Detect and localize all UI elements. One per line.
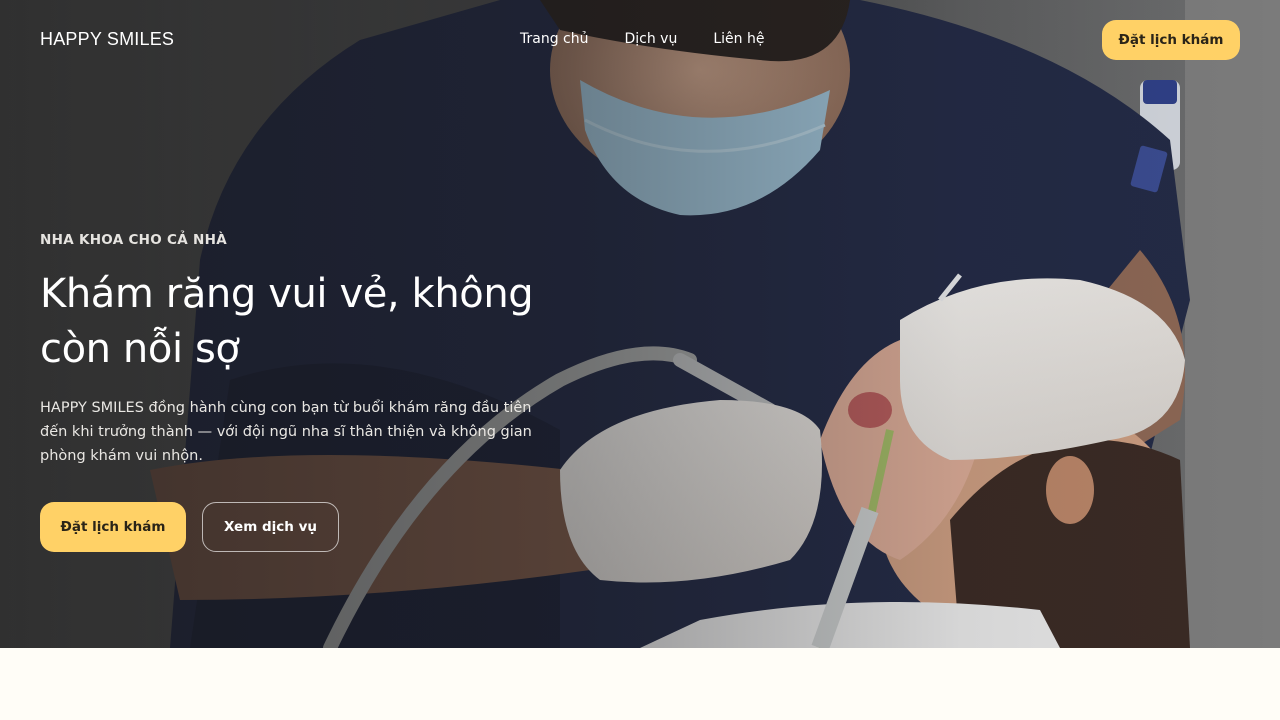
top-navigation: HAPPY SMILES Trang chủ Dịch vụ Liên hệ Đ…	[0, 0, 1280, 80]
hero-section: HAPPY SMILES Trang chủ Dịch vụ Liên hệ Đ…	[0, 0, 1280, 648]
hero-content: NHA KHOA CHO CẢ NHÀ Khám răng vui vẻ, kh…	[40, 232, 600, 552]
hero-cta-row: Đặt lịch khám Xem dịch vụ	[40, 502, 339, 552]
hero-book-appointment-button[interactable]: Đặt lịch khám	[40, 502, 186, 552]
hero-headline: Khám răng vui vẻ, không còn nỗi sợ	[40, 267, 560, 377]
hero-headline-line2: còn nỗi sợ	[40, 326, 240, 372]
nav-link-home[interactable]: Trang chủ	[520, 31, 588, 47]
hero-headline-line1: Khám răng vui vẻ, không	[40, 271, 534, 317]
nav-link-services[interactable]: Dịch vụ	[624, 31, 677, 47]
hero-description: HAPPY SMILES đồng hành cùng con bạn từ b…	[40, 400, 532, 464]
hero-view-services-button[interactable]: Xem dịch vụ	[202, 502, 339, 552]
nav-book-appointment-button[interactable]: Đặt lịch khám	[1102, 20, 1240, 60]
hero-eyebrow: NHA KHOA CHO CẢ NHÀ	[40, 232, 227, 248]
nav-links: Trang chủ Dịch vụ Liên hệ	[520, 31, 764, 47]
brand-logo[interactable]: HAPPY SMILES	[40, 29, 174, 50]
nav-link-contact[interactable]: Liên hệ	[713, 31, 764, 47]
